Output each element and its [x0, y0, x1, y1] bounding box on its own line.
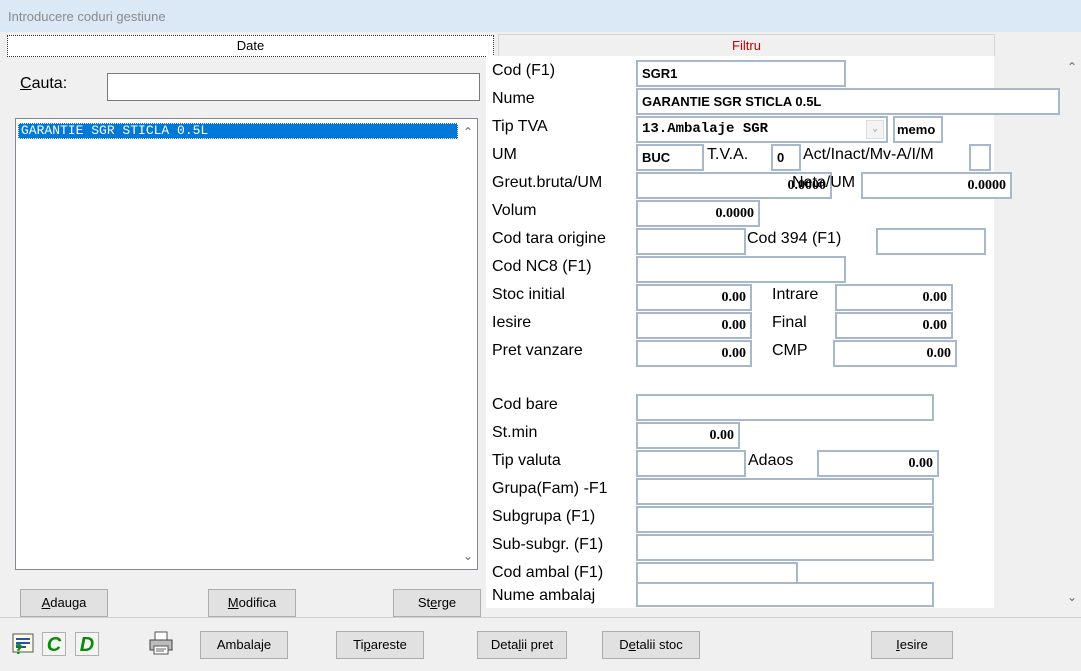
um-label: UM [492, 146, 517, 163]
form-scrollbar[interactable]: ⌃ ⌄ [1063, 56, 1081, 608]
pret-vanzare-label: Pret vanzare [492, 342, 583, 359]
tipareste-button[interactable]: Tipareste [336, 631, 424, 659]
intrare-field[interactable]: 0.00 [835, 284, 953, 311]
cmp-field[interactable]: 0.00 [833, 340, 957, 367]
intrare-label: Intrare [772, 286, 819, 303]
cod-field[interactable]: SGR1 [636, 60, 846, 87]
subgrupa-field[interactable] [636, 506, 934, 533]
act-label: Act/Inact/Mv-A/I/M [803, 146, 934, 163]
help-icon[interactable]: ? [12, 632, 36, 658]
stmin-field[interactable]: 0.00 [636, 422, 740, 449]
tipvaluta-field[interactable] [636, 450, 746, 477]
subsubgr-label: Sub-subgr. (F1) [492, 536, 604, 553]
tab-filtru[interactable]: Filtru [498, 34, 995, 56]
iesire-label: Iesire [492, 314, 532, 331]
search-label: Cauta: [20, 75, 68, 92]
sterge-button[interactable]: Sterge [393, 589, 481, 617]
iesire-field[interactable]: 0.00 [636, 312, 752, 339]
chevron-down-icon[interactable]: ⌄ [866, 120, 884, 139]
cod-label: Cod (F1) [492, 62, 556, 79]
list-scrollbar[interactable]: ⌃ ⌄ [459, 119, 477, 569]
tab-date[interactable]: Date [7, 35, 494, 57]
pret-vanzare-field[interactable]: 0.00 [636, 340, 752, 367]
act-field[interactable] [969, 144, 991, 171]
numeambalaj-field[interactable] [636, 582, 934, 607]
stoc-initial-label: Stoc initial [492, 286, 565, 303]
tva-label: T.V.A. [707, 146, 749, 163]
nc8-field[interactable] [636, 256, 846, 283]
tiptva-combo[interactable]: 13.Ambalaje SGR ⌄ [636, 116, 888, 143]
tipvaluta-label: Tip valuta [492, 452, 561, 469]
svg-text:?: ? [15, 643, 23, 656]
volum-label: Volum [492, 202, 537, 219]
cod394-label: Cod 394 (F1) [747, 230, 842, 247]
volum-field[interactable]: 0.0000 [636, 200, 760, 227]
c-icon[interactable]: C [42, 632, 66, 656]
subgrupa-label: Subgrupa (F1) [492, 508, 596, 525]
detalii-pret-button[interactable]: Detalii pret [477, 631, 567, 659]
code-list[interactable]: GARANTIE SGR STICLA 0.5L ⌃ ⌄ [15, 118, 478, 570]
ambalaje-button[interactable]: Ambalaje [200, 631, 288, 659]
um-field[interactable]: BUC [636, 144, 704, 171]
window-title: Introducere coduri gestiune [0, 0, 1081, 32]
scroll-up-icon[interactable]: ⌃ [459, 125, 477, 139]
neta-field[interactable]: 0.0000 [861, 172, 1012, 199]
numeambalaj-label: Nume ambalaj [492, 587, 596, 604]
grupa-field[interactable] [636, 478, 934, 505]
toolbar-divider [0, 617, 1081, 618]
nume-label: Nume [492, 90, 535, 107]
codbare-label: Cod bare [492, 396, 558, 413]
cod394-field[interactable] [876, 228, 986, 255]
modifica-button[interactable]: Modifica [208, 589, 296, 617]
tara-label: Cod tara origine [492, 230, 606, 247]
adaos-label: Adaos [748, 452, 794, 469]
list-item[interactable]: GARANTIE SGR STICLA 0.5L [18, 123, 458, 139]
scroll-up-icon[interactable]: ⌃ [1063, 60, 1081, 74]
search-input[interactable] [107, 73, 480, 101]
scroll-down-icon[interactable]: ⌄ [459, 549, 477, 563]
final-field[interactable]: 0.00 [835, 312, 953, 339]
scroll-down-icon[interactable]: ⌄ [1063, 590, 1081, 604]
cmp-label: CMP [772, 342, 808, 359]
final-label: Final [772, 314, 807, 331]
detalii-stoc-button[interactable]: Detalii stoc [602, 631, 700, 659]
neta-label: Neta/UM [792, 174, 856, 191]
nc8-label: Cod NC8 (F1) [492, 258, 592, 275]
adauga-button[interactable]: Adauga [20, 589, 108, 617]
iesire-button[interactable]: Iesire [871, 631, 953, 659]
greut-label: Greut.bruta/UM [492, 174, 603, 191]
tara-field[interactable] [636, 228, 746, 255]
tiptva-label: Tip TVA [492, 118, 548, 135]
stoc-initial-field[interactable]: 0.00 [636, 284, 752, 311]
adaos-field[interactable]: 0.00 [817, 450, 939, 477]
printer-icon[interactable] [148, 630, 173, 655]
nume-field[interactable]: GARANTIE SGR STICLA 0.5L [636, 88, 1060, 115]
d-icon[interactable]: D [75, 632, 99, 656]
stmin-label: St.min [492, 424, 538, 441]
tva-field[interactable]: 0 [771, 144, 801, 171]
subsubgr-field[interactable] [636, 534, 934, 561]
grupa-label: Grupa(Fam) -F1 [492, 480, 608, 497]
codambal-label: Cod ambal (F1) [492, 564, 604, 581]
codbare-field[interactable] [636, 394, 934, 421]
memo-field[interactable]: memo [893, 116, 943, 143]
